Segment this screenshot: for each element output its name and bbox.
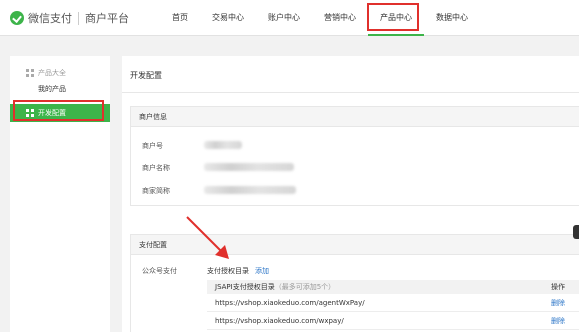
sidebar-item-label: 开发配置 xyxy=(38,109,66,117)
sidebar-group-products[interactable]: 产品大全 xyxy=(26,68,66,78)
main-panel: 开发配置 商户信息 商户号 商户名称 商家简称 支付配置 公众号支付 支付授权目… xyxy=(122,56,579,332)
nav-marketing[interactable]: 营销中心 xyxy=(312,0,368,36)
page-title: 开发配置 xyxy=(130,71,162,80)
merchant-info-title: 商户信息 xyxy=(131,107,579,127)
col-header-op: 操作 xyxy=(551,283,565,291)
col-header-dir: JSAPI支付授权目录（最多可添加5个） xyxy=(215,283,336,291)
nav-transactions[interactable]: 交易中心 xyxy=(200,0,256,36)
merchant-short-name-value-redacted xyxy=(204,186,296,194)
add-auth-dir-link[interactable]: 添加 xyxy=(255,266,269,276)
brand-divider xyxy=(78,11,79,25)
grid-icon xyxy=(26,69,34,77)
sidebar: 产品大全 我的产品 开发配置 xyxy=(10,56,110,332)
annotation-arrow-icon xyxy=(186,216,229,259)
main-nav: 首页 交易中心 账户中心 营销中心 产品中心 数据中心 xyxy=(160,0,480,36)
merchant-name-value-redacted xyxy=(204,163,294,171)
auth-dir-label: 支付授权目录 xyxy=(207,267,249,275)
nav-data[interactable]: 数据中心 xyxy=(424,0,480,36)
table-row: https://vshop.xiaokeduo.com/wxpay/ 删除 xyxy=(207,312,579,330)
grid-icon xyxy=(26,109,34,117)
merchant-info-section: 商户信息 xyxy=(130,106,579,206)
nav-account[interactable]: 账户中心 xyxy=(256,0,312,36)
brand-logo[interactable]: 微信支付 商户平台 xyxy=(10,10,129,26)
table-row: https://vshop.xiaokeduo.com/agentWxPay/ … xyxy=(207,294,579,312)
auth-dir-url: https://vshop.xiaokeduo.com/agentWxPay/ xyxy=(215,299,365,307)
nav-home[interactable]: 首页 xyxy=(160,0,200,36)
delete-link[interactable]: 删除 xyxy=(551,294,565,312)
merchant-name-label: 商户名称 xyxy=(142,164,170,172)
table-header: JSAPI支付授权目录（最多可添加5个） 操作 xyxy=(207,280,579,294)
brand-name: 微信支付 xyxy=(28,12,72,25)
scroll-handle[interactable] xyxy=(573,225,579,239)
brand-subtitle: 商户平台 xyxy=(85,12,129,25)
auth-dir-url: https://vshop.xiaokeduo.com/wxpay/ xyxy=(215,317,344,325)
merchant-id-label: 商户号 xyxy=(142,142,163,150)
wechat-pay-logo-icon xyxy=(10,11,24,25)
merchant-short-name-label: 商家简称 xyxy=(142,187,170,195)
delete-link[interactable]: 删除 xyxy=(551,312,565,330)
sidebar-item-dev-config[interactable]: 开发配置 xyxy=(10,104,110,122)
nav-products[interactable]: 产品中心 xyxy=(368,0,424,36)
title-divider xyxy=(122,92,579,93)
col-header-hint: （最多可添加5个） xyxy=(274,283,336,291)
top-bar: 微信支付 商户平台 首页 交易中心 账户中心 营销中心 产品中心 数据中心 xyxy=(0,0,579,36)
auth-dir-table: JSAPI支付授权目录（最多可添加5个） 操作 https://vshop.xi… xyxy=(207,280,579,330)
sidebar-group-label: 产品大全 xyxy=(38,69,66,77)
sidebar-item-my-products[interactable]: 我的产品 xyxy=(38,84,66,94)
merchant-id-value-redacted xyxy=(204,141,242,149)
jsapi-pay-label: 公众号支付 xyxy=(142,267,177,275)
